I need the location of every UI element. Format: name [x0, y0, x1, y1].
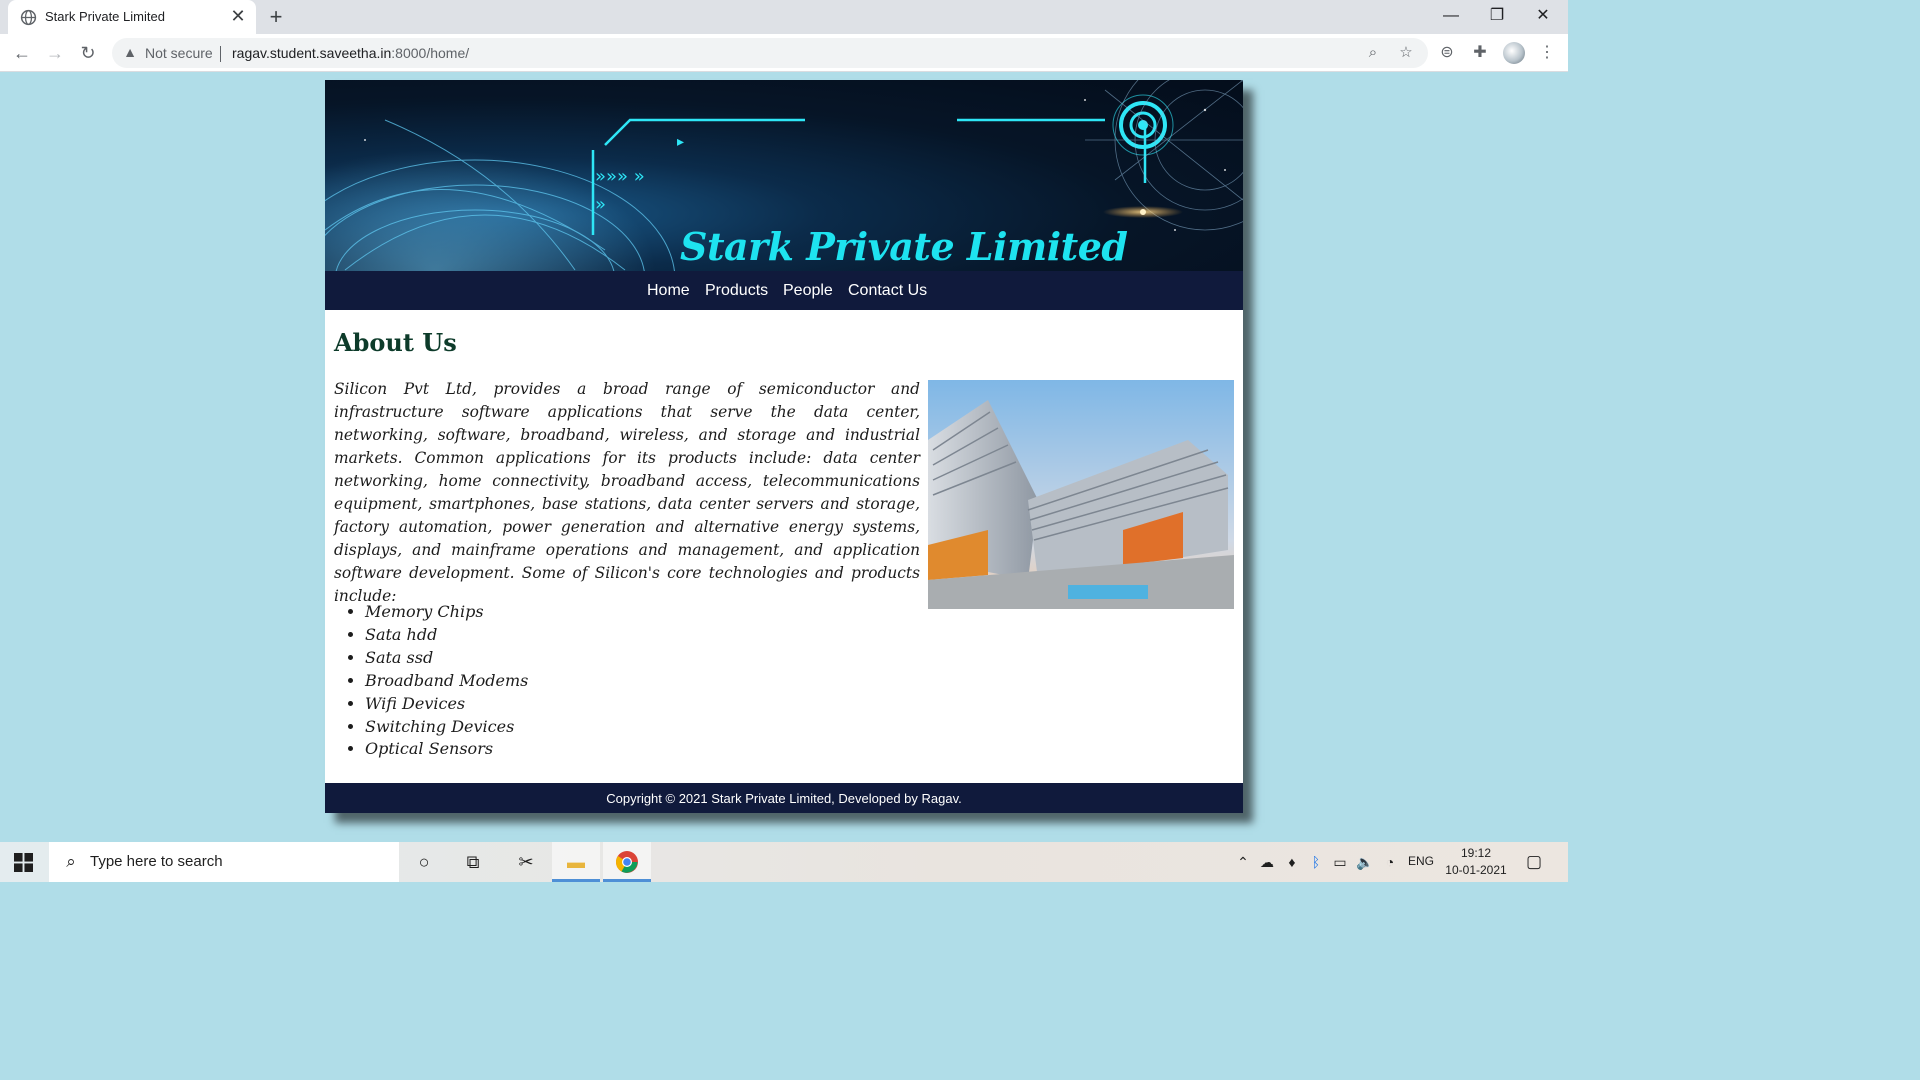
list-item: Broadband Modems [365, 670, 528, 693]
tab-close-icon[interactable]: ✕ [230, 7, 246, 25]
address-bar[interactable]: ▲ Not secure ragav.student.saveetha.in:8… [112, 38, 1428, 68]
reload-icon[interactable]: ↻ [76, 41, 100, 65]
page-container: »»» » » ▸ Stark Private Limited Home Pro… [325, 80, 1243, 813]
list-item: Sata hdd [365, 624, 528, 647]
profile-avatar[interactable] [1503, 42, 1525, 64]
search-icon: ⌕ [66, 852, 76, 871]
main-nav: Home Products People Contact Us [325, 271, 1243, 310]
task-view-icon[interactable]: ⧉ [449, 842, 497, 882]
microphone-icon[interactable]: ♦ [1282, 854, 1302, 870]
footer-copyright: Copyright © 2021 Stark Private Limited, … [606, 791, 962, 806]
back-arrow-icon[interactable]: ← [10, 41, 34, 65]
bluetooth-icon[interactable]: ᛒ [1306, 854, 1326, 870]
search-placeholder: Type here to search [90, 853, 223, 870]
url-text[interactable]: ragav.student.saveetha.in:8000/home/ [232, 45, 469, 61]
close-window-button[interactable]: ✕ [1520, 4, 1566, 28]
snip-sketch-icon[interactable]: ✂ [502, 842, 550, 882]
clock-date: 10-01-2021 [1445, 863, 1507, 877]
taskbar-search-box[interactable]: ⌕ Type here to search [49, 842, 399, 882]
minimize-button[interactable]: — [1428, 4, 1474, 28]
star-icon[interactable]: ☆ [1397, 44, 1415, 62]
svg-text:▸: ▸ [677, 134, 684, 150]
nav-contact-us[interactable]: Contact Us [848, 282, 927, 300]
puzzle-icon[interactable]: ✚ [1470, 43, 1490, 63]
new-tab-button[interactable]: + [266, 4, 286, 30]
globe-favicon-icon [20, 9, 37, 26]
security-label[interactable]: Not secure [145, 45, 213, 61]
browser-tab[interactable]: Stark Private Limited ✕ [8, 0, 256, 34]
list-item: Optical Sensors [365, 738, 528, 761]
building-image [928, 380, 1234, 609]
browser-tab-bar: Stark Private Limited ✕ + — ❐ ✕ [0, 0, 1568, 34]
clock-time: 19:12 [1460, 846, 1492, 860]
active-indicator [603, 879, 651, 882]
list-item: Wifi Devices [365, 693, 528, 716]
product-list: Memory Chips Sata hdd Sata ssd Broadband… [365, 601, 528, 761]
url-path: :8000/home/ [391, 45, 470, 61]
zoom-icon[interactable]: ⌕ [1364, 44, 1382, 62]
list-item: Sata ssd [365, 647, 528, 670]
onedrive-cloud-icon[interactable]: ☁ [1257, 854, 1277, 870]
taskbar-clock[interactable]: 19:12 10-01-2021 [1444, 845, 1508, 879]
svg-text:»»» »: »»» » [595, 166, 645, 187]
restore-button[interactable]: ❐ [1474, 4, 1520, 28]
omnibox-separator [220, 46, 221, 62]
nav-home[interactable]: Home [647, 282, 690, 300]
file-explorer-icon[interactable]: ▬ [552, 842, 600, 882]
about-paragraph: Silicon Pvt Ltd, provides a broad range … [334, 380, 920, 605]
extension-icon[interactable]: ⊜ [1437, 43, 1457, 63]
active-indicator [552, 879, 600, 882]
list-item: Memory Chips [365, 601, 528, 624]
show-hidden-icons-icon[interactable]: ⌃ [1233, 854, 1253, 870]
cortana-icon[interactable]: ○ [400, 842, 448, 882]
nav-products[interactable]: Products [705, 282, 768, 300]
language-indicator[interactable]: ENG [1408, 854, 1434, 868]
chrome-icon[interactable] [603, 842, 651, 882]
about-heading: About Us [334, 328, 457, 357]
forward-arrow-icon[interactable]: → [43, 41, 67, 65]
more-menu-icon[interactable]: ⋮ [1537, 43, 1557, 63]
header-banner: »»» » » ▸ Stark Private Limited [325, 80, 1243, 271]
notification-center-icon[interactable]: ▢ [1522, 851, 1546, 873]
browser-toolbar: ← → ↻ ▲ Not secure ragav.student.saveeth… [0, 34, 1568, 72]
url-host: ragav.student.saveetha.in [232, 45, 392, 61]
tab-title: Stark Private Limited [45, 9, 165, 24]
battery-icon[interactable]: ▭ [1330, 854, 1350, 870]
nav-people[interactable]: People [783, 282, 833, 300]
windows-taskbar: ⌕ Type here to search ○ ⧉ ✂ ▬ ⌃ ☁ ♦ ᛒ ▭ … [0, 842, 1568, 882]
volume-muted-icon[interactable]: 🔈 [1355, 854, 1375, 870]
windows-start-icon[interactable] [14, 853, 33, 872]
page-footer: Copyright © 2021 Stark Private Limited, … [325, 783, 1243, 813]
wifi-icon[interactable]: ◔ [1380, 854, 1400, 870]
chrome-logo [616, 851, 638, 873]
site-title: Stark Private Limited [680, 224, 1128, 269]
svg-text:»: » [595, 194, 606, 215]
warning-icon[interactable]: ▲ [122, 44, 138, 60]
list-item: Switching Devices [365, 716, 528, 739]
